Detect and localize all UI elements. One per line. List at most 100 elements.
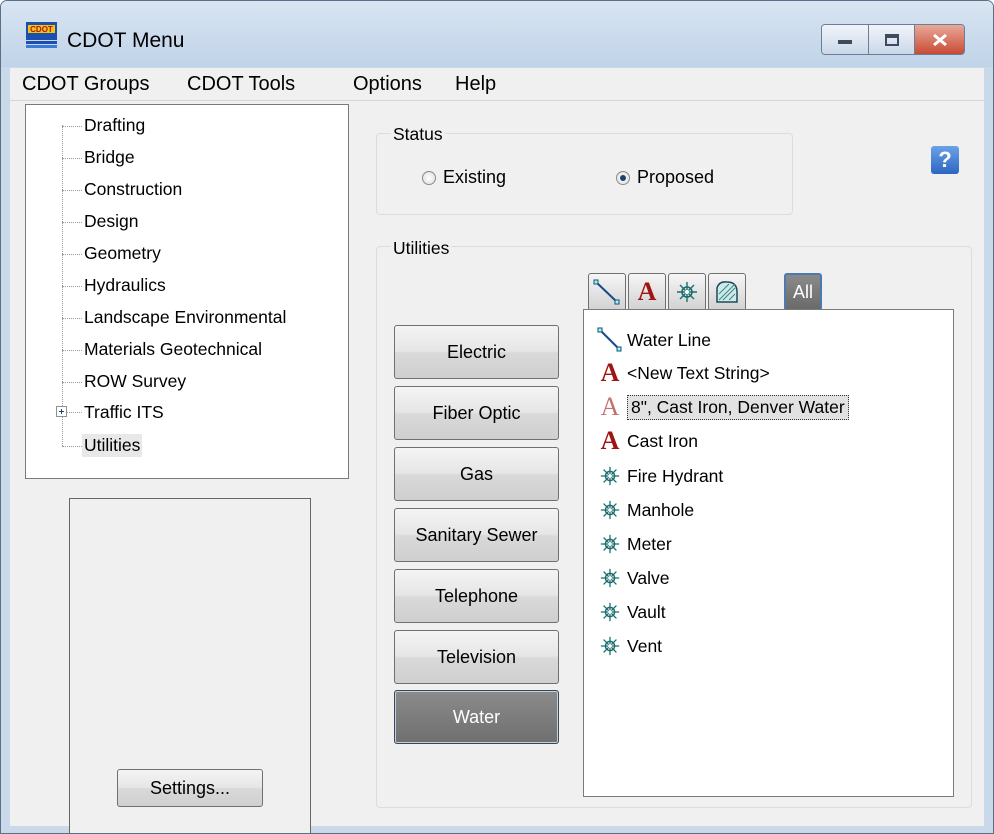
text-icon: A (637, 277, 657, 306)
list-item-label: 8", Cast Iron, Denver Water (627, 394, 849, 420)
group-tree[interactable]: Drafting Bridge Construction Design Geom… (25, 104, 349, 479)
text-icon: A (600, 426, 620, 455)
list-item[interactable]: Vent (596, 632, 662, 660)
filter-cells-button[interactable] (668, 273, 706, 311)
cell-icon (596, 564, 624, 592)
list-item-selected[interactable]: A 8", Cast Iron, Denver Water (596, 393, 849, 421)
tree-item-construction[interactable]: Construction (84, 179, 182, 200)
line-icon (596, 326, 624, 354)
cell-icon (596, 462, 624, 490)
tree-item-geometry[interactable]: Geometry (84, 243, 161, 264)
list-item[interactable]: Fire Hydrant (596, 462, 723, 490)
settings-button[interactable]: Settings... (117, 769, 263, 807)
utilities-group-label: Utilities (391, 238, 452, 259)
tree-connector (62, 222, 82, 223)
list-item-label: Valve (627, 567, 670, 588)
utility-fiber-optic-button[interactable]: Fiber Optic (394, 386, 559, 440)
tree-connector (62, 286, 82, 287)
utility-television-button[interactable]: Television (394, 630, 559, 684)
tree-connector (62, 254, 82, 255)
text-icon: A (600, 358, 620, 387)
title-bar[interactable]: CDOT CDOT Menu (1, 1, 993, 67)
radio-proposed[interactable]: Proposed (616, 167, 714, 188)
pattern-icon (716, 281, 738, 303)
radio-proposed-label: Proposed (637, 167, 715, 187)
tree-connector (62, 446, 82, 447)
tree-connector (62, 350, 82, 351)
cell-icon (596, 632, 624, 660)
client-area: Drafting Bridge Construction Design Geom… (10, 101, 984, 833)
tree-item-materials-geotechnical[interactable]: Materials Geotechnical (84, 339, 262, 360)
menu-help[interactable]: Help (455, 73, 496, 96)
cdot-menu-window: CDOT CDOT Menu CDOT Groups CDOT Tools Op… (0, 0, 994, 834)
tree-item-landscape-environmental[interactable]: Landscape Environmental (84, 307, 286, 328)
menu-options[interactable]: Options (353, 73, 422, 96)
tree-item-hydraulics[interactable]: Hydraulics (84, 275, 166, 296)
app-icon: CDOT (26, 22, 57, 48)
list-item[interactable]: Vault (596, 598, 666, 626)
tree-connector (62, 158, 82, 159)
list-item-label: Cast Iron (627, 430, 698, 451)
radio-existing[interactable]: Existing (422, 167, 506, 188)
help-button[interactable]: ? (931, 146, 959, 174)
window-controls (821, 24, 965, 55)
cell-icon (596, 496, 624, 524)
list-item-label: Fire Hydrant (627, 465, 724, 486)
filter-lines-button[interactable] (588, 273, 626, 311)
list-item[interactable]: Meter (596, 530, 672, 558)
list-item[interactable]: Valve (596, 564, 669, 592)
tree-item-bridge[interactable]: Bridge (84, 147, 135, 168)
radio-circle-checked (616, 170, 630, 185)
text-icon: A (600, 392, 620, 421)
status-group-label: Status (391, 124, 445, 145)
tree-connector (62, 382, 82, 383)
tree-connector (62, 318, 82, 319)
tree-connector (62, 190, 82, 191)
list-item-label: Meter (627, 533, 672, 554)
list-item-label: Vent (627, 635, 663, 656)
tree-connector (67, 412, 82, 413)
radio-circle (422, 170, 436, 185)
list-item[interactable]: Water Line (596, 326, 711, 354)
tree-connector (62, 126, 82, 127)
filter-text-button[interactable]: A (628, 273, 666, 311)
maximize-button[interactable] (869, 25, 915, 54)
tree-item-row-survey[interactable]: ROW Survey (84, 371, 186, 392)
menu-bar: CDOT Groups CDOT Tools Options Help (10, 68, 984, 101)
window-title: CDOT Menu (67, 29, 185, 52)
maximize-icon (884, 33, 899, 46)
close-icon (932, 33, 947, 46)
cell-icon (677, 282, 697, 302)
list-item[interactable]: A Cast Iron (596, 427, 698, 455)
cell-icon (596, 530, 624, 558)
expand-icon[interactable] (56, 406, 67, 417)
tree-item-utilities[interactable]: Utilities (82, 434, 143, 457)
radio-existing-label: Existing (443, 167, 507, 187)
list-item-label: Vault (627, 601, 666, 622)
cell-icon (596, 598, 624, 626)
utility-sanitary-sewer-button[interactable]: Sanitary Sewer (394, 508, 559, 562)
tree-item-drafting[interactable]: Drafting (84, 115, 145, 136)
utility-electric-button[interactable]: Electric (394, 325, 559, 379)
list-item-label: Water Line (627, 329, 711, 350)
line-icon (593, 279, 620, 305)
filter-patterns-button[interactable] (708, 273, 746, 311)
minimize-button[interactable] (822, 25, 869, 54)
tree-item-design[interactable]: Design (84, 211, 138, 232)
utility-gas-button[interactable]: Gas (394, 447, 559, 501)
svg-text:CDOT: CDOT (30, 25, 53, 34)
help-icon: ? (938, 147, 952, 172)
close-button[interactable] (915, 25, 964, 54)
menu-cdot-tools[interactable]: CDOT Tools (187, 73, 295, 96)
utility-water-button[interactable]: Water (394, 690, 559, 744)
element-list[interactable]: Water Line A <New Text String> A 8", Cas… (583, 309, 954, 797)
minimize-icon (838, 39, 852, 44)
list-item-label: <New Text String> (627, 362, 770, 383)
menu-cdot-groups[interactable]: CDOT Groups (22, 73, 149, 96)
list-item[interactable]: A <New Text String> (596, 359, 770, 387)
list-item-label: Manhole (627, 499, 695, 520)
list-item[interactable]: Manhole (596, 496, 694, 524)
tree-item-traffic-its[interactable]: Traffic ITS (84, 402, 164, 423)
utility-telephone-button[interactable]: Telephone (394, 569, 559, 623)
filter-all-button[interactable]: All (784, 273, 822, 311)
